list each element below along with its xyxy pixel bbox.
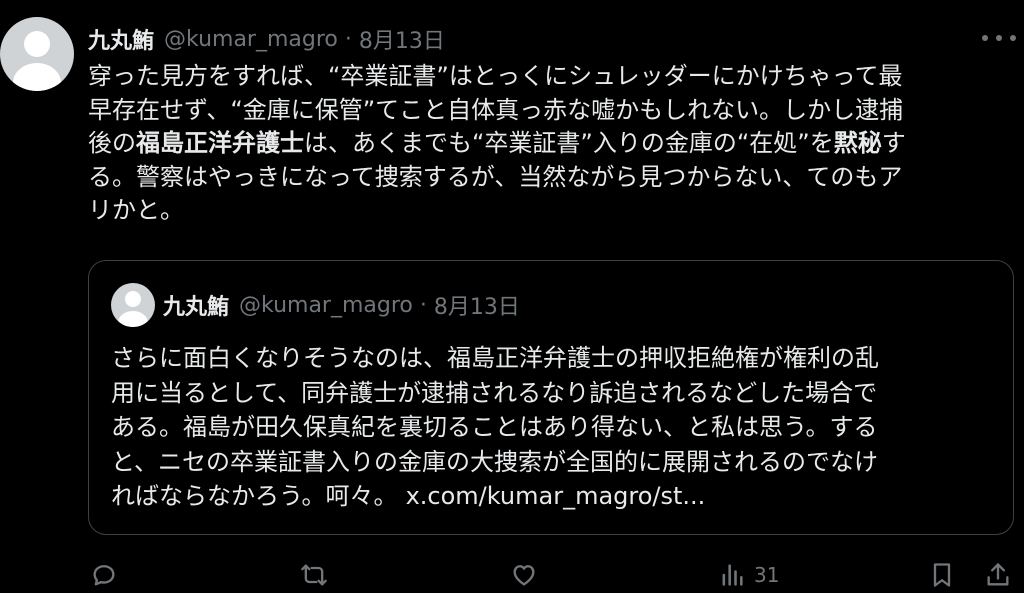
views-icon bbox=[722, 564, 743, 586]
quote-header: 九丸鮪 @kumar_magro · 8月13日 bbox=[163, 289, 520, 321]
more-options-icon[interactable] bbox=[982, 28, 1016, 48]
like-button[interactable] bbox=[510, 558, 538, 592]
quote-separator: · bbox=[419, 292, 427, 318]
tweet-text-line: リかと。 bbox=[88, 196, 184, 224]
like-icon bbox=[513, 565, 535, 586]
tweet-text-line: 早存在せず、“金庫に保管”てこと自体真っ赤な嘘かもしれない。しかし逮捕 bbox=[88, 95, 904, 124]
quote-date[interactable]: 8月13日 bbox=[434, 289, 520, 321]
repost-button[interactable] bbox=[300, 558, 328, 592]
quote-text-line: ればならなかろう。呵々。 x.com/kumar_magro/st... bbox=[111, 482, 706, 510]
author-handle[interactable]: @kumar_magro bbox=[164, 27, 338, 52]
tweet-date[interactable]: 8月13日 bbox=[359, 23, 445, 55]
tweet: 九丸鮪 @kumar_magro · 8月13日 穿った見方をすれば、“卒業証書… bbox=[0, 0, 1024, 593]
author-name[interactable]: 九丸鮪 bbox=[88, 23, 154, 55]
tweet-text-line: 穿った見方をすれば、“卒業証書”はとっくにシュレッダーにかけちゃって最 bbox=[88, 62, 903, 90]
quote-text-line: ある。福島が田久保真紀を裏切ることはあり得ない、と私は思う。する bbox=[111, 413, 878, 441]
avatar-body-shape bbox=[13, 63, 61, 91]
quote-author-name[interactable]: 九丸鮪 bbox=[163, 289, 229, 321]
bookmark-icon bbox=[933, 563, 951, 587]
avatar[interactable] bbox=[0, 17, 74, 91]
quote-link[interactable]: x.com/kumar_magro/st... bbox=[406, 482, 706, 510]
tweet-text: 穿った見方をすれば、“卒業証書”はとっくにシュレッダーにかけちゃって最 早存在せ… bbox=[88, 60, 1012, 228]
separator: · bbox=[344, 26, 352, 52]
quote-text-line: さらに面白くなりそうなのは、福島正洋弁護士の押収拒絶権が権利の乱 bbox=[111, 344, 879, 372]
views-button[interactable]: 31 bbox=[718, 558, 779, 592]
repost-icon bbox=[301, 564, 327, 586]
bold-text: 福島正洋弁護士 bbox=[136, 129, 304, 157]
quoted-tweet[interactable]: 九丸鮪 @kumar_magro · 8月13日 さらに面白くなりそうなのは、福… bbox=[88, 260, 1014, 535]
reply-icon bbox=[93, 565, 115, 586]
tweet-text-line: る。警察はやっきになって捜索するが、当然ながら見つからない、てのもア bbox=[88, 162, 903, 191]
tweet-text-line: 後の福島正洋弁護士は、あくまでも“卒業証書”入りの金庫の“在処”を黙秘す bbox=[88, 129, 906, 157]
bookmark-button[interactable] bbox=[928, 558, 956, 592]
share-button[interactable] bbox=[984, 558, 1012, 592]
quote-author-handle[interactable]: @kumar_magro bbox=[239, 293, 413, 318]
quote-avatar[interactable] bbox=[111, 283, 155, 327]
tweet-header: 九丸鮪 @kumar_magro · 8月13日 bbox=[88, 22, 445, 56]
avatar-head-shape bbox=[24, 31, 50, 57]
reply-button[interactable] bbox=[90, 558, 118, 592]
quote-text-line: と、ニセの卒業証書入りの金庫の大捜索が全国的に展開されるのでなけ bbox=[111, 447, 879, 476]
quote-text-line: 用に当るとして、同弁護士が逮捕されるなり訴追されるなどした場合で bbox=[111, 378, 878, 407]
action-bar: 31 bbox=[88, 558, 1018, 592]
share-icon bbox=[987, 563, 1009, 586]
bold-text: 黙秘 bbox=[833, 129, 882, 157]
quote-text: さらに面白くなりそうなのは、福島正洋弁護士の押収拒絶権が権利の乱 用に当るとして… bbox=[111, 341, 991, 514]
views-count: 31 bbox=[754, 563, 780, 587]
